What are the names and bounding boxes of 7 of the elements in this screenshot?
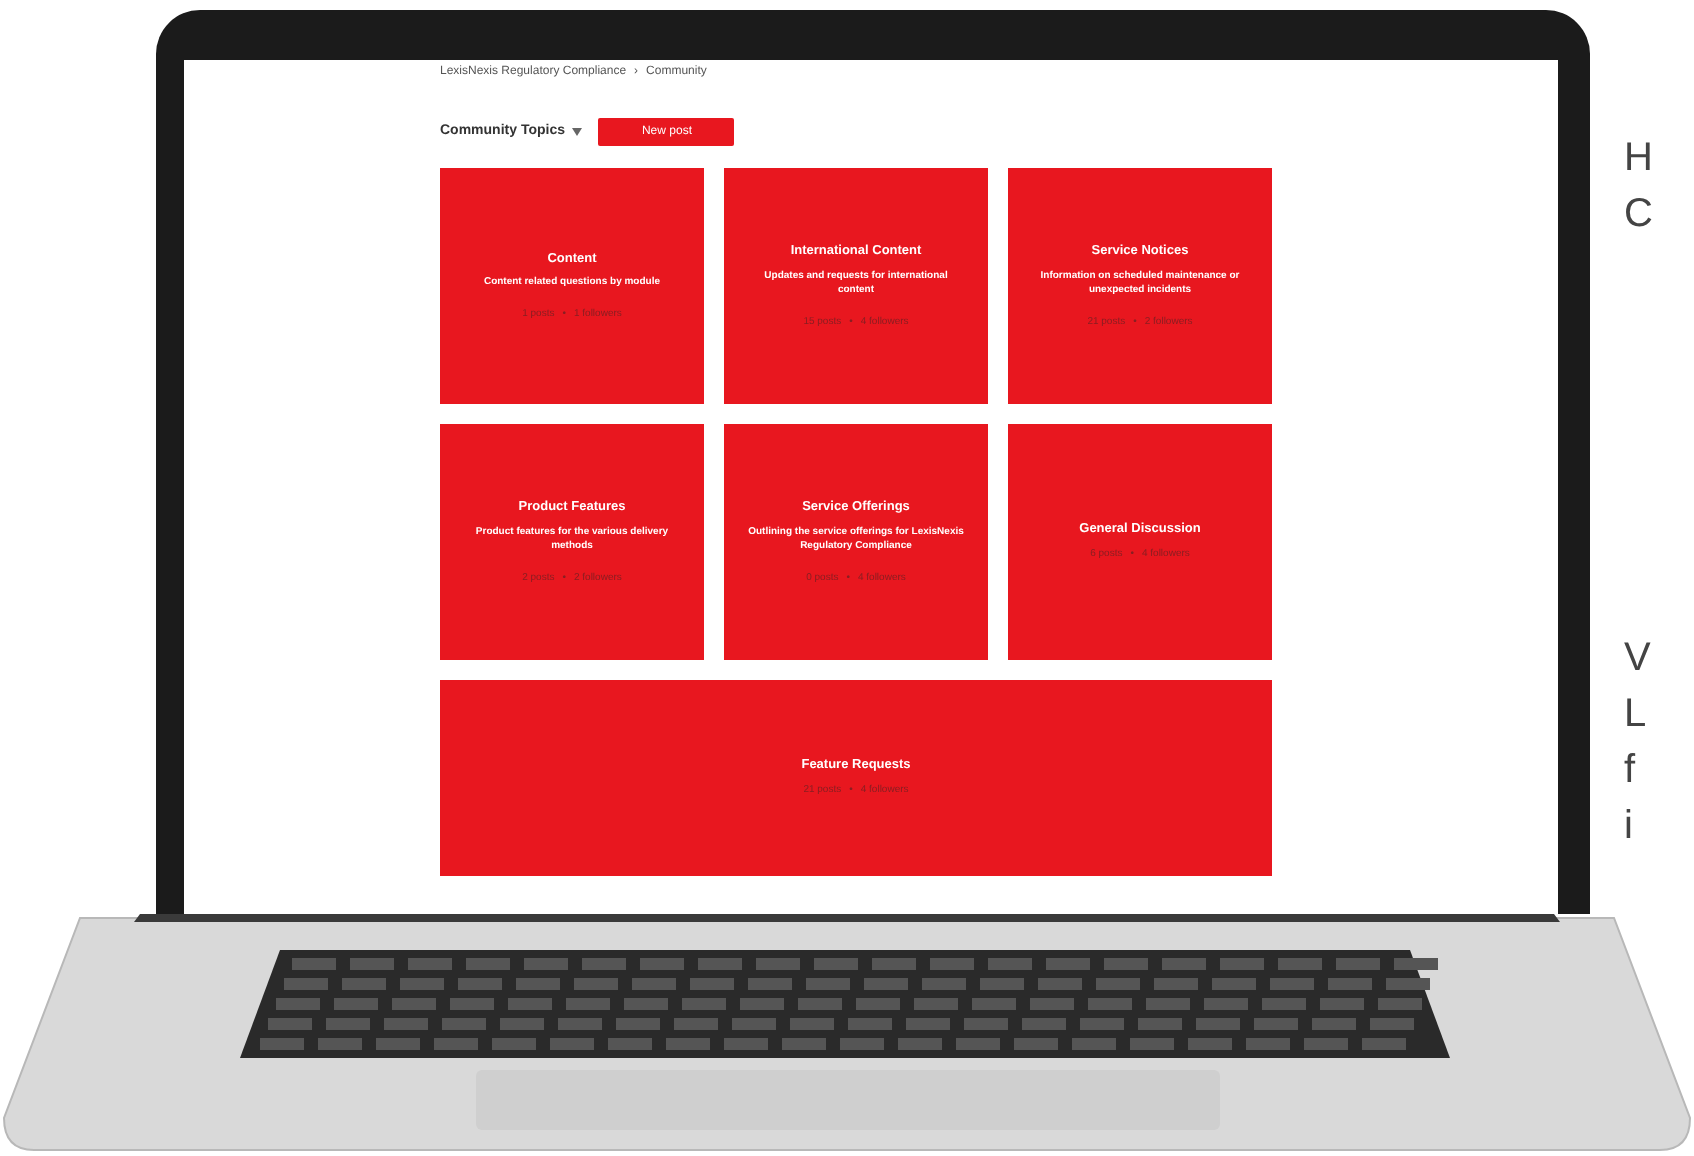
cut-off-text: V [1624,634,1653,684]
cut-off-text: L [1624,690,1649,740]
cut-off-text: H [1624,134,1653,184]
cut-off-text: i [1624,802,1635,852]
cut-off-text: C [1624,190,1653,240]
cut-off-text: f [1624,746,1638,796]
caret-icon [572,128,583,136]
